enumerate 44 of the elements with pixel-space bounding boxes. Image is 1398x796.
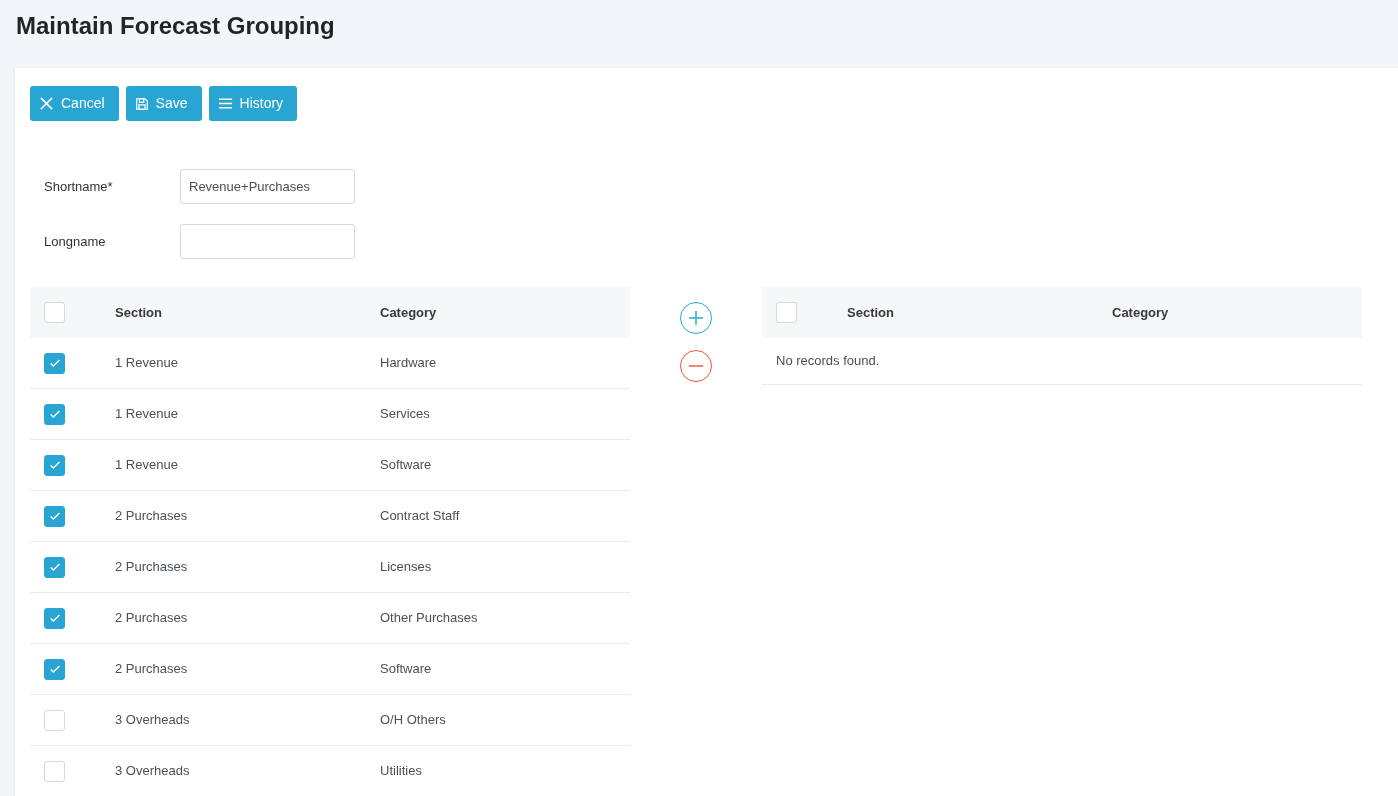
table-cell-text: 1 Revenue [115, 354, 179, 373]
table-cell-text: Utilities [380, 762, 422, 781]
table-cell-text: 3 Overheads [115, 762, 191, 781]
toolbar-button[interactable]: Cancel [30, 86, 119, 121]
toolbar-button[interactable]: Save [125, 86, 202, 121]
close-icon [39, 96, 54, 111]
table-cell-text: Other Purchases [380, 609, 478, 628]
table-cell-text: Contract Staff [380, 507, 460, 526]
checkbox[interactable] [44, 403, 65, 425]
table-cell-text: Services [380, 405, 430, 424]
table-cell-text: 2 Purchases [115, 609, 189, 628]
table-cell-text: Software [380, 456, 432, 475]
input-field[interactable]: Revenue+Purchases [180, 169, 355, 204]
field-label: Shortname* [44, 177, 114, 196]
table-cell-text: Hardware [380, 354, 437, 373]
column-header: Section [847, 303, 895, 322]
checkbox[interactable] [44, 658, 65, 680]
table-cell-text: 3 Overheads [115, 711, 191, 730]
table-cell-text: 1 Revenue [115, 405, 179, 424]
toolbar-button[interactable]: History [208, 86, 298, 121]
table-cell-text: 2 Purchases [115, 660, 189, 679]
remove-button[interactable] [680, 350, 712, 382]
table-cell-text: Licenses [380, 558, 432, 577]
table-cell-text: 2 Purchases [115, 558, 189, 577]
page-title: Maintain Forecast Grouping [16, 11, 336, 41]
table-cell-text: 1 Revenue [115, 456, 179, 475]
column-header: Section [115, 303, 163, 322]
table-cell-text: Software [380, 660, 432, 679]
checkbox[interactable] [44, 352, 65, 374]
checkbox[interactable] [44, 505, 65, 527]
minus-icon [689, 365, 703, 367]
plus-icon [688, 310, 704, 326]
add-button[interactable] [680, 302, 712, 334]
checkbox[interactable] [44, 454, 65, 476]
column-header: Category [380, 303, 437, 322]
table-cell-text: O/H Others [380, 711, 446, 730]
table-cell-text: 2 Purchases [115, 507, 189, 526]
menu-icon [217, 96, 233, 111]
checkbox[interactable] [44, 556, 65, 578]
column-header: Category [1112, 303, 1169, 322]
input-field[interactable] [180, 224, 355, 259]
checkbox[interactable] [44, 607, 65, 629]
empty-message: No records found. [776, 352, 880, 371]
field-label: Longname [44, 232, 107, 251]
